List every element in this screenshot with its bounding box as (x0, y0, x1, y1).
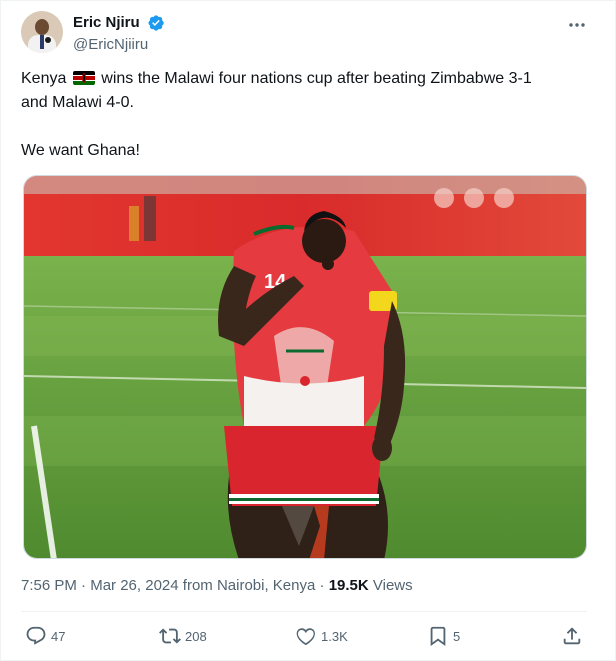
tweet-line-2: and Malawi 4-0. (21, 94, 134, 111)
tweet-text-kenya: Kenya (21, 70, 67, 87)
meta-separator: · (81, 577, 87, 594)
author-display-name[interactable]: Eric Njiru (73, 13, 140, 33)
meta-separator: · (319, 577, 325, 594)
share-button[interactable] (561, 623, 587, 649)
bookmark-count: 5 (453, 628, 461, 644)
verified-badge-icon (148, 15, 164, 31)
views-count: 19.5K (328, 577, 369, 594)
bookmark-icon (430, 626, 446, 647)
tweet-date[interactable]: Mar 26, 2024 (90, 577, 178, 594)
author-handle[interactable]: @EricNjiiru (73, 35, 165, 55)
reply-count: 47 (51, 628, 66, 644)
like-button[interactable]: 1.3K (295, 623, 348, 649)
repost-button[interactable]: 208 (159, 623, 207, 649)
tweet-text-line1-rest: wins the Malawi four nations cup after b… (101, 70, 532, 87)
reply-icon (26, 626, 46, 645)
tweet-actions: 47 208 1.3K 5 (21, 623, 587, 649)
avatar[interactable] (21, 11, 63, 53)
tweet-photo[interactable]: 14 (23, 175, 587, 559)
photo-football-player-kneeling: 14 (24, 176, 586, 558)
bookmark-button[interactable]: 5 (427, 623, 460, 649)
repost-icon (159, 628, 181, 644)
more-options-icon[interactable] (567, 15, 587, 35)
tweet-line-3: We want Ghana! (21, 142, 140, 159)
tweet-meta: 7:56 PM · Mar 26, 2024 from Nairobi, Ken… (21, 576, 413, 596)
heart-icon (296, 628, 315, 646)
kenya-flag-icon (72, 71, 95, 85)
tweet-time[interactable]: 7:56 PM (21, 577, 77, 594)
reply-button[interactable]: 47 (25, 623, 65, 649)
divider (21, 611, 587, 612)
tweet-text: Kenya wins the Malawi four nations cup a… (21, 67, 597, 163)
like-count: 1.3K (321, 628, 348, 644)
tweet-header: Eric Njiru @EricNjiiru (21, 11, 597, 55)
tweet-line-1: Kenya wins the Malawi four nations cup a… (21, 67, 597, 91)
views-label: Views (372, 577, 413, 594)
repost-count: 208 (185, 628, 207, 644)
share-icon (563, 627, 581, 645)
author-names: Eric Njiru @EricNjiiru (73, 13, 165, 55)
tweet-card: Eric Njiru @EricNjiiru Kenya wins the Ma… (0, 0, 616, 661)
tweet-location: from Nairobi, Kenya (182, 577, 316, 594)
